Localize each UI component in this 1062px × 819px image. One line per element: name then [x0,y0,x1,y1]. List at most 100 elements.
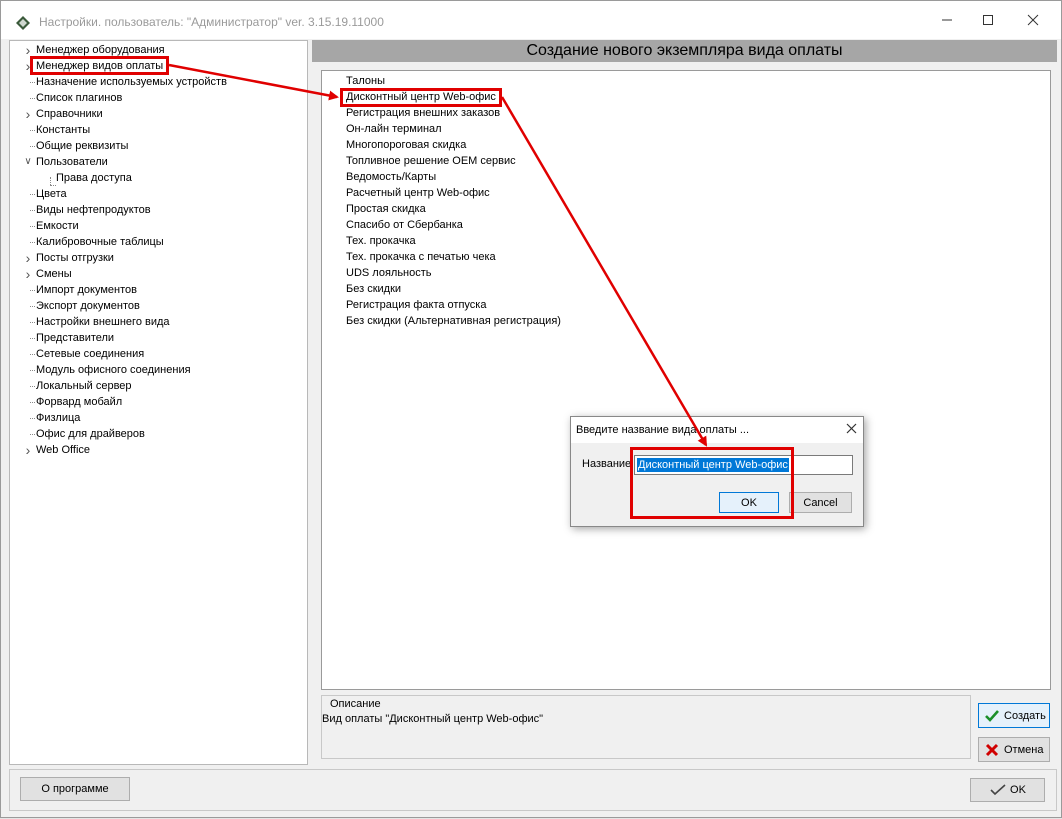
tree-item[interactable]: Форвард мобайл [30,394,123,410]
tree-connector [30,370,35,371]
payment-type-item[interactable]: Талоны [346,73,385,89]
payment-type-item[interactable]: Ведомость/Карты [346,169,436,185]
tree-item[interactable]: › Посты отгрузки [26,250,114,266]
footer-ok-button[interactable]: OK [970,778,1045,802]
tree-item-label: Настройки внешнего вида [36,316,170,328]
maximize-icon [983,15,993,25]
payment-type-item[interactable]: Тех. прокачка с печатью чека [346,249,496,265]
payment-type-item[interactable]: UDS лояльность [346,265,432,281]
tree-item-label: Список плагинов [36,92,123,104]
close-icon [846,423,857,434]
payment-type-item[interactable]: Топливное решение OEM сервис [346,153,516,169]
tree-item[interactable]: Калибровочные таблицы [30,234,164,250]
tree-item-label: Локальный сервер [36,380,132,392]
tree-item[interactable]: Модуль офисного соединения [30,362,191,378]
tree-item[interactable]: Физлица [30,410,81,426]
tree-item-label: Цвета [36,188,67,200]
payment-type-item[interactable]: Спасибо от Сбербанка [346,217,463,233]
tree-item[interactable]: › Справочники [26,106,103,122]
tree-item[interactable]: Представители [30,330,114,346]
tree-connector [30,306,35,307]
description-title: Описание [330,698,381,710]
payment-type-item[interactable]: Без скидки [346,281,401,297]
payment-type-item[interactable]: Регистрация факта отпуска [346,297,486,313]
payment-type-item[interactable]: Тех. прокачка [346,233,416,249]
dialog-name-label: Название [582,458,632,470]
tree-item-label: Виды нефтепродуктов [36,204,151,216]
payment-type-item[interactable]: Регистрация внешних заказов [346,105,500,121]
title-bar: Настройки. пользователь: "Администратор"… [1,1,1061,39]
tree-item-label: Web Office [36,444,91,456]
tree-connector [30,402,35,403]
chevron-right-icon[interactable]: › [22,442,34,458]
tree-item-label: Сетевые соединения [36,348,145,360]
payment-type-item[interactable]: Он-лайн терминал [346,121,442,137]
tree-item[interactable]: Цвета [30,186,67,202]
tree-connector [30,130,35,131]
tree-item-label: Модуль офисного соединения [36,364,191,376]
tree-connector [30,210,35,211]
tree-item[interactable]: ∨ Пользователи [24,154,108,170]
close-button[interactable] [1011,1,1055,39]
tree-item[interactable]: Список плагинов [30,90,123,106]
tree-connector [30,194,35,195]
tree-item[interactable]: Назначение используемых устройств [30,74,227,90]
tree-connector [30,322,35,323]
chevron-right-icon[interactable]: › [22,106,34,122]
dialog-cancel-button[interactable]: Cancel [789,492,852,513]
footer-ok-label: OK [1010,784,1026,796]
tree-item-label: Офис для драйверов [36,428,145,440]
tree-item-label: Форвард мобайл [36,396,123,408]
about-button[interactable]: О программе [20,777,130,801]
tree-item[interactable]: Импорт документов [30,282,137,298]
tree-item-label: Пользователи [36,156,108,168]
tree-connector [50,177,51,185]
tree-connector [30,386,35,387]
tree-item[interactable]: Виды нефтепродуктов [30,202,151,218]
tree-item-label: Калибровочные таблицы [36,236,164,248]
checkmark-icon [985,709,999,722]
description-panel: Описание Вид оплаты "Дисконтный центр We… [321,695,971,759]
tree-item[interactable]: Офис для драйверов [30,426,145,442]
cancel-button[interactable]: Отмена [978,737,1050,762]
payment-type-item[interactable]: Многопороговая скидка [346,137,466,153]
tree-item[interactable]: Локальный сервер [30,378,132,394]
tree-item[interactable]: Экспорт документов [30,298,140,314]
dialog-title-bar: Введите название вида оплаты ... [571,417,863,443]
payment-type-item[interactable]: Расчетный центр Web-офис [346,185,490,201]
tree-connector [30,98,35,99]
payment-type-list[interactable]: Талоны Дисконтный центр Web-офис Регистрац… [321,70,1051,690]
tree-connector [30,82,35,83]
minimize-button[interactable] [925,1,969,39]
highlight-dialog-input [630,447,794,519]
tree-item[interactable]: Общие реквизиты [30,138,129,154]
payment-type-item[interactable]: Простая скидка [346,201,426,217]
chevron-down-icon[interactable]: ∨ [22,154,34,170]
tree-item-label: Смены [36,268,72,280]
tree-item[interactable]: Константы [30,122,91,138]
settings-tree[interactable]: › Менеджер оборудования › Менеджер видов оп… [9,40,308,765]
payment-type-item[interactable]: Без скидки (Альтернативная регистрация) [346,313,561,329]
tree-item[interactable]: Емкости [30,218,79,234]
tree-item-label: Емкости [36,220,79,232]
tree-item-label: Константы [36,124,91,136]
tree-item[interactable]: Сетевые соединения [30,346,145,362]
tree-connector [30,418,35,419]
tree-item-label: Физлица [36,412,81,424]
dialog-cancel-label: Cancel [803,496,838,509]
create-button[interactable]: Создать [978,703,1050,728]
tree-item[interactable]: Права доступа [56,170,132,186]
maximize-button[interactable] [966,1,1010,39]
chevron-right-icon[interactable]: › [22,266,34,282]
x-icon [985,743,999,756]
chevron-right-icon[interactable]: › [22,250,34,266]
app-icon [16,16,30,30]
tree-item-label: Общие реквизиты [36,140,129,152]
tree-connector [30,290,35,291]
page-header: Создание нового экземпляра вида оплаты [312,40,1057,62]
dialog-close-button[interactable] [846,421,857,438]
tree-connector [30,242,35,243]
tree-item[interactable]: Настройки внешнего вида [30,314,170,330]
tree-item[interactable]: › Смены [26,266,72,282]
tree-item[interactable]: › Web Office [26,442,91,458]
